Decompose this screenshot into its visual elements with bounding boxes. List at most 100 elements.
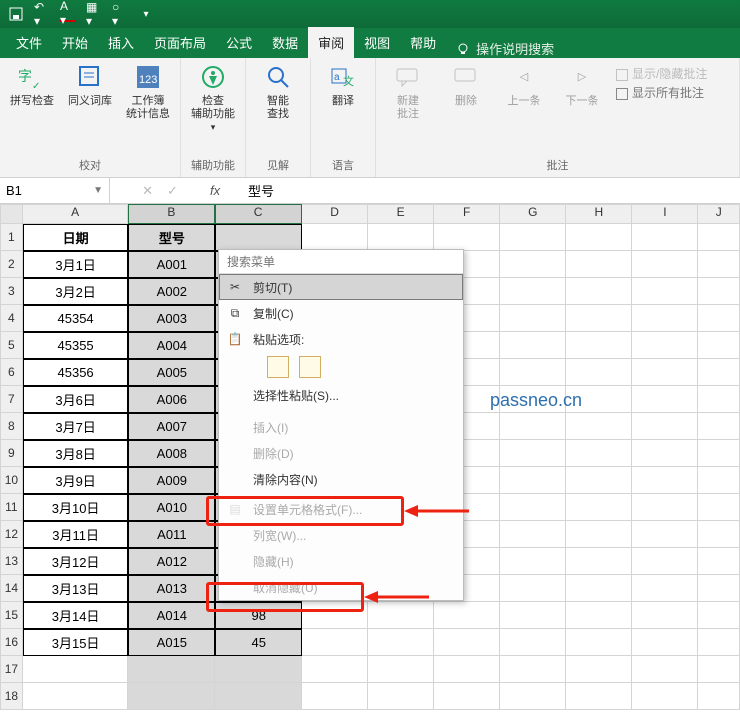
cell[interactable] <box>698 440 740 467</box>
cell[interactable]: 45356 <box>23 359 129 386</box>
cell[interactable]: 45355 <box>23 332 129 359</box>
cell[interactable]: 3月12日 <box>23 548 129 575</box>
undo-icon[interactable]: ↶ ▾ <box>34 6 50 22</box>
cell[interactable] <box>500 332 566 359</box>
cell[interactable] <box>566 629 632 656</box>
row-header[interactable]: 18 <box>0 683 23 710</box>
delete-comment-button[interactable]: 删除 <box>442 62 490 108</box>
cell[interactable] <box>698 656 740 683</box>
cell[interactable]: A002 <box>128 278 215 305</box>
col-header-D[interactable]: D <box>302 204 368 224</box>
cell[interactable] <box>566 494 632 521</box>
cell[interactable]: 98 <box>215 602 302 629</box>
check-accessibility-button[interactable]: 检查 辅助功能▾ <box>189 62 237 134</box>
col-header-I[interactable]: I <box>632 204 698 224</box>
formula-bar[interactable]: 型号 <box>240 181 274 200</box>
cell[interactable] <box>632 305 698 332</box>
cell[interactable] <box>500 521 566 548</box>
cell[interactable] <box>566 305 632 332</box>
tell-me[interactable]: 操作说明搜索 <box>446 39 564 58</box>
cell[interactable] <box>566 278 632 305</box>
cell[interactable] <box>500 494 566 521</box>
cell[interactable]: 45 <box>215 629 302 656</box>
cell[interactable] <box>698 683 740 710</box>
cancel-icon[interactable]: ✕ <box>142 183 153 199</box>
translate-button[interactable]: a文翻译 <box>319 62 367 108</box>
cell[interactable]: A001 <box>128 251 215 278</box>
cell[interactable]: A004 <box>128 332 215 359</box>
cell[interactable] <box>368 602 434 629</box>
cell[interactable]: 3月7日 <box>23 413 129 440</box>
cell[interactable] <box>566 440 632 467</box>
cell[interactable]: 3月2日 <box>23 278 129 305</box>
menu-search-input[interactable] <box>219 250 463 273</box>
cell[interactable]: A013 <box>128 575 215 602</box>
row-header[interactable]: 8 <box>0 413 23 440</box>
row-header[interactable]: 3 <box>0 278 23 305</box>
cell[interactable] <box>500 413 566 440</box>
cell[interactable] <box>632 386 698 413</box>
cell[interactable] <box>434 224 500 251</box>
menu-paste-special[interactable]: 选择性粘贴(S)... <box>219 382 463 408</box>
cell[interactable] <box>500 251 566 278</box>
tab-review[interactable]: 审阅 <box>308 27 354 58</box>
menu-clear[interactable]: 清除内容(N) <box>219 466 463 492</box>
cell[interactable]: 3月13日 <box>23 575 129 602</box>
cell[interactable] <box>566 224 632 251</box>
row-header[interactable]: 9 <box>0 440 23 467</box>
cell[interactable] <box>632 494 698 521</box>
smart-lookup-button[interactable]: 智能 查找 <box>254 62 302 121</box>
tab-view[interactable]: 视图 <box>354 27 400 58</box>
cell[interactable]: 3月10日 <box>23 494 129 521</box>
prev-comment-button[interactable]: ◁上一条 <box>500 62 548 108</box>
cell[interactable] <box>698 413 740 440</box>
col-header-J[interactable]: J <box>698 204 740 224</box>
save-icon[interactable] <box>8 6 24 22</box>
menu-copy[interactable]: ⧉复制(C) <box>219 300 463 326</box>
row-header[interactable]: 1 <box>0 224 23 251</box>
cell[interactable]: A005 <box>128 359 215 386</box>
cell[interactable] <box>215 656 302 683</box>
cell[interactable] <box>698 278 740 305</box>
thesaurus-button[interactable]: 同义词库 <box>66 62 114 121</box>
cell[interactable] <box>632 656 698 683</box>
cell[interactable] <box>23 656 129 683</box>
cell[interactable]: 45354 <box>23 305 129 332</box>
cell[interactable] <box>632 683 698 710</box>
cell[interactable] <box>698 332 740 359</box>
cell[interactable] <box>368 683 434 710</box>
cell[interactable]: A008 <box>128 440 215 467</box>
cell[interactable]: A010 <box>128 494 215 521</box>
cell[interactable] <box>500 629 566 656</box>
cell[interactable] <box>698 359 740 386</box>
cell[interactable] <box>632 251 698 278</box>
cell[interactable] <box>302 602 368 629</box>
row-header[interactable]: 4 <box>0 305 23 332</box>
row-header[interactable]: 2 <box>0 251 23 278</box>
cell[interactable] <box>500 278 566 305</box>
cell[interactable] <box>698 548 740 575</box>
cell[interactable] <box>500 359 566 386</box>
row-header[interactable]: 7 <box>0 386 23 413</box>
cell[interactable] <box>698 467 740 494</box>
cell[interactable] <box>500 683 566 710</box>
cell[interactable] <box>632 332 698 359</box>
cell[interactable]: 3月6日 <box>23 386 129 413</box>
cell[interactable] <box>434 602 500 629</box>
cell[interactable] <box>500 656 566 683</box>
cell[interactable] <box>368 629 434 656</box>
cell[interactable]: 型号 <box>128 224 215 251</box>
next-comment-button[interactable]: ▷下一条 <box>558 62 606 108</box>
row-header[interactable]: 13 <box>0 548 23 575</box>
cell[interactable] <box>698 494 740 521</box>
cell[interactable] <box>632 413 698 440</box>
cell[interactable] <box>566 683 632 710</box>
row-header[interactable]: 15 <box>0 602 23 629</box>
cell[interactable] <box>698 575 740 602</box>
cell[interactable] <box>632 440 698 467</box>
cell[interactable] <box>500 467 566 494</box>
cell[interactable] <box>368 656 434 683</box>
cell[interactable] <box>128 683 215 710</box>
cell[interactable] <box>566 359 632 386</box>
cell[interactable]: 3月11日 <box>23 521 129 548</box>
